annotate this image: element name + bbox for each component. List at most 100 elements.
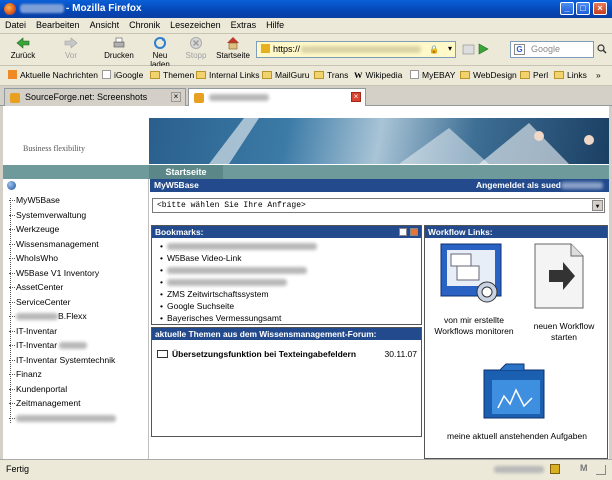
tree-item-assetcenter[interactable]: AssetCenter — [9, 282, 63, 292]
menu-lesezeichen[interactable]: Lesezeichen — [165, 18, 226, 32]
reload-button[interactable]: Neu laden — [142, 36, 178, 69]
firefox-icon — [4, 3, 16, 15]
workflow-monitor-icon[interactable] — [435, 242, 509, 312]
menu-bearbeiten[interactable]: Bearbeiten — [31, 18, 85, 32]
tab-label: SourceForge.net: Screenshots — [25, 92, 148, 102]
bookmark-links[interactable]: Links — [554, 70, 587, 80]
tab-startseite[interactable]: Startseite — [149, 165, 223, 179]
tree-item-bflexx[interactable]: B.Flexx — [9, 311, 87, 321]
slogan: Business flexibility — [23, 144, 85, 153]
dropdown-arrow-icon[interactable]: ▾ — [448, 44, 452, 53]
tab-active[interactable]: × — [188, 88, 366, 106]
bookmark-igoogle[interactable]: iGoogle — [102, 70, 143, 80]
tree-item-werkzeuge[interactable]: Werkzeuge — [9, 224, 59, 234]
menu-hilfe[interactable]: Hilfe — [261, 18, 289, 32]
bookmark-aktuelle-nachrichten[interactable]: Aktuelle Nachrichten — [8, 70, 98, 80]
tree-item-it-inventar-systemtechnik[interactable]: IT-Inventar Systemtechnik — [9, 355, 115, 365]
new-workflow-icon[interactable] — [529, 242, 589, 312]
folder-icon — [262, 71, 272, 79]
rss-icon[interactable] — [410, 228, 418, 236]
printer-icon — [113, 37, 125, 48]
back-button[interactable]: Zurück — [10, 36, 36, 60]
forum-item-title: Übersetzungsfunktion bei Texteingabefeld… — [172, 349, 357, 359]
bookmark-item-google[interactable]: Google Suchseite — [160, 301, 234, 311]
bookmark-internal-links[interactable]: Internal Links — [196, 70, 260, 80]
print-button[interactable]: Drucken — [104, 36, 134, 60]
bookmark-star-icon[interactable] — [462, 42, 476, 56]
tree-item-it-inventar-2[interactable]: IT-Inventar — [9, 340, 88, 350]
tree-item-wissensmanagement[interactable]: Wissensmanagement — [9, 239, 99, 249]
forward-arrow-icon — [64, 37, 78, 49]
new-workflow-link[interactable]: neuen Workflow starten — [521, 321, 607, 343]
bookmarks-panel-header: Bookmarks: — [152, 226, 421, 238]
workflow-monitor-link[interactable]: von mir erstellte Workflows monitoren — [433, 315, 515, 337]
title-bar: - Mozilla Firefox _ □ × — [0, 0, 612, 18]
top-nav-bar: Startseite — [3, 165, 609, 179]
search-input[interactable]: G Google — [510, 41, 594, 58]
dropdown-arrow-icon[interactable]: ▼ — [592, 200, 603, 211]
bookmark-webdesign[interactable]: WebDesign — [460, 70, 517, 80]
close-tab-icon[interactable]: × — [351, 92, 361, 102]
home-button[interactable]: Startseite — [214, 36, 252, 60]
close-window-button[interactable]: × — [593, 2, 607, 15]
tree-item-kundenportal[interactable]: Kundenportal — [9, 384, 67, 394]
bookmark-trans[interactable]: Trans — [314, 70, 348, 80]
pending-tasks-icon[interactable] — [480, 360, 550, 422]
pending-tasks-link[interactable]: meine aktuell anstehenden Aufgaben — [431, 431, 603, 441]
forum-item[interactable]: Übersetzungsfunktion bei Texteingabefeld… — [157, 349, 417, 359]
close-tab-icon[interactable]: × — [171, 92, 181, 102]
bookmark-item-vermessungsamt[interactable]: Bayerisches Vermessungsamt — [160, 313, 281, 323]
bookmarks-overflow-icon[interactable]: » — [596, 70, 601, 80]
menu-bar: Datei Bearbeiten Ansicht Chronik Lesezeichen… — [0, 18, 612, 34]
lock-status-icon — [550, 464, 560, 474]
menu-ansicht[interactable]: Ansicht — [85, 18, 125, 32]
bookmark-item-video[interactable]: W5Base Video-Link — [160, 253, 242, 263]
tab-sourceforge[interactable]: SourceForge.net: Screenshots × — [4, 88, 186, 106]
tree-item-whoiswho[interactable]: WhoIsWho — [9, 253, 58, 263]
logged-in-label: Angemeldet als sued — [475, 180, 561, 190]
menu-extras[interactable]: Extras — [226, 18, 262, 32]
go-button[interactable] — [476, 42, 490, 56]
redacted-status — [494, 466, 544, 473]
stop-button[interactable]: Stopp — [184, 36, 208, 60]
tree-item-redacted[interactable] — [9, 413, 116, 423]
bookmark-item-redacted-3[interactable] — [160, 277, 287, 287]
google-icon: G — [514, 44, 525, 55]
forward-button[interactable]: Vor — [60, 36, 82, 60]
search-magnifier-icon[interactable] — [597, 44, 607, 54]
url-input[interactable]: https:// 🔒 ▾ — [256, 41, 456, 58]
bookmark-wikipedia[interactable]: W Wikipedia — [354, 70, 402, 80]
bookmark-mailguru[interactable]: MailGuru — [262, 70, 309, 80]
tree-item-myw5base[interactable]: MyW5Base — [9, 195, 60, 205]
bookmark-item-redacted-1[interactable] — [160, 241, 317, 251]
navigation-toolbar: Zurück Vor Drucken Neu laden Stopp Start… — [0, 34, 612, 69]
tree-item-systemverwaltung[interactable]: Systemverwaltung — [9, 210, 86, 220]
bookmark-item-zms[interactable]: ZMS Zeitwirtschaftssystem — [160, 289, 269, 299]
minimize-button[interactable]: _ — [560, 2, 574, 15]
request-select[interactable]: <bitte wählen Sie Ihre Anfrage> ▼ — [152, 198, 605, 213]
bookmark-myebay[interactable]: MyEBAY — [410, 70, 455, 80]
home-icon — [227, 37, 239, 50]
redacted-text — [16, 313, 58, 321]
redacted-tab-title — [209, 94, 269, 102]
edit-icon[interactable] — [399, 228, 407, 236]
tree-item-servicecenter[interactable]: ServiceCenter — [9, 297, 70, 307]
folder-icon — [460, 71, 470, 79]
tree-item-it-inventar[interactable]: IT-Inventar — [9, 326, 57, 336]
bookmark-themen[interactable]: Themen — [150, 70, 194, 80]
mail-icon[interactable]: M — [580, 463, 588, 473]
maximize-button[interactable]: □ — [576, 2, 590, 15]
redacted-text — [59, 342, 88, 350]
stop-label: Stopp — [185, 51, 207, 60]
bookmark-perl[interactable]: Perl — [520, 70, 548, 80]
tree-item-w5base-v1-inventory[interactable]: W5Base V1 Inventory — [9, 268, 99, 278]
tree-root[interactable] — [7, 181, 16, 192]
logo-area: Business flexibility — [3, 106, 149, 165]
tab-favicon — [10, 93, 20, 103]
tree-item-zeitmanagement[interactable]: Zeitmanagement — [9, 398, 81, 408]
wikipedia-icon: W — [354, 70, 363, 80]
menu-datei[interactable]: Datei — [0, 18, 31, 32]
bookmark-item-redacted-2[interactable] — [160, 265, 307, 275]
tree-item-finanz[interactable]: Finanz — [9, 369, 42, 379]
menu-chronik[interactable]: Chronik — [124, 18, 165, 32]
